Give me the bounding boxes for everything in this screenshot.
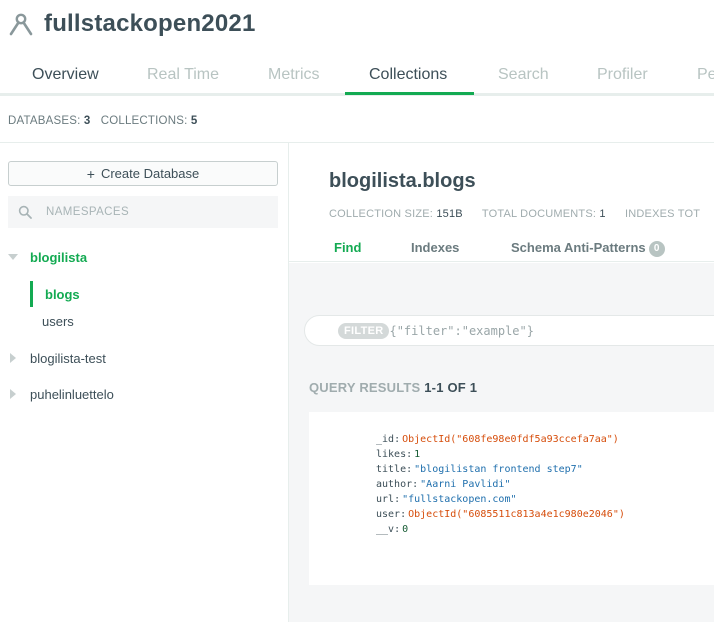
namespace-search xyxy=(8,196,278,228)
query-results-title: QUERY RESULTS xyxy=(309,380,421,395)
field-value: ObjectId("608fe98e0fdf5a93ccefa7aa") xyxy=(402,434,619,445)
document-field-user: user: ObjectId("6085511c813a4e1c980e2046"… xyxy=(376,509,625,520)
sidebar-db-blogilista[interactable]: blogilista xyxy=(8,247,87,267)
db-name: blogilista-test xyxy=(30,350,106,366)
cluster-icon xyxy=(9,13,33,36)
header-divider xyxy=(0,142,714,143)
active-tab-indicator xyxy=(345,92,474,95)
filter-label: FILTER xyxy=(338,322,390,339)
tab-real-time[interactable]: Real Time xyxy=(147,66,219,84)
sidebar-collection-blogs[interactable]: blogs xyxy=(30,281,80,307)
collection-stats: COLLECTION SIZE: 151B TOTAL DOCUMENTS: 1… xyxy=(329,208,700,220)
document-card[interactable]: _id: ObjectId("608fe98e0fdf5a93ccefa7aa")… xyxy=(309,412,714,585)
field-value: ObjectId("6085511c813a4e1c980e2046") xyxy=(408,509,625,520)
collection-subtabs: Find Indexes Schema Anti-Patterns 0 xyxy=(289,232,714,262)
tab-metrics[interactable]: Metrics xyxy=(268,66,320,84)
cluster-header: fullstackopen2021 xyxy=(8,8,256,40)
document-field-author: author: "Aarni Pavlidi" xyxy=(376,479,511,490)
collections-count: 5 xyxy=(190,115,198,127)
field-value: "Aarni Pavlidi" xyxy=(420,479,511,490)
subtab-schema-label: Schema Anti-Patterns xyxy=(511,240,646,255)
subtab-indexes[interactable]: Indexes xyxy=(411,240,459,255)
field-value: 0 xyxy=(402,524,409,535)
indexes-total-label: INDEXES TOT xyxy=(624,208,701,220)
tab-overview[interactable]: Overview xyxy=(32,66,99,84)
field-key: author xyxy=(376,479,413,490)
field-key: url xyxy=(376,494,395,505)
cluster-title: fullstackopen2021 xyxy=(44,10,256,37)
namespace-title: blogilista.blogs xyxy=(329,170,476,192)
query-results-range: 1-1 OF 1 xyxy=(424,380,478,395)
subtab-find[interactable]: Find xyxy=(334,240,361,255)
field-key: _id xyxy=(376,434,395,445)
collection-size-label: COLLECTION SIZE: xyxy=(329,208,434,220)
subtab-schema-anti-patterns[interactable]: Schema Anti-Patterns 0 xyxy=(511,240,665,257)
db-name: blogilista xyxy=(30,249,88,265)
document-field-title: title: "blogilistan frontend step7" xyxy=(376,464,583,475)
databases-label: DATABASES: xyxy=(8,115,81,127)
sidebar-db-puhelinluettelo[interactable]: puhelinluettelo xyxy=(8,384,114,404)
create-database-label: Create Database xyxy=(100,166,200,181)
db-name: puhelinluettelo xyxy=(30,386,114,402)
database-counts: DATABASES: 3 COLLECTIONS: 5 xyxy=(8,115,198,127)
create-database-button[interactable]: + Create Database xyxy=(8,161,278,186)
document-field-url: url: "fullstackopen.com" xyxy=(376,494,517,505)
sidebar-collection-users[interactable]: users xyxy=(30,308,74,334)
collection-size-value: 151B xyxy=(436,208,463,220)
total-documents-label: TOTAL DOCUMENTS: xyxy=(481,208,597,220)
sidebar-db-blogilista-test[interactable]: blogilista-test xyxy=(8,348,106,368)
tab-collections[interactable]: Collections xyxy=(369,66,447,84)
filter-bar: FILTER xyxy=(304,315,714,346)
collection-name: users xyxy=(42,313,74,329)
field-value: "fullstackopen.com" xyxy=(402,494,517,505)
namespace-search-input[interactable] xyxy=(46,206,246,218)
databases-count: 3 xyxy=(83,115,91,127)
field-value: "blogilistan frontend step7" xyxy=(414,464,583,475)
document-field-id: _id: ObjectId("608fe98e0fdf5a93ccefa7aa") xyxy=(376,434,619,445)
tab-profiler[interactable]: Profiler xyxy=(597,66,648,84)
caret-down-icon xyxy=(8,254,18,260)
query-results-label: QUERY RESULTS 1-1 OF 1 xyxy=(309,380,477,395)
plus-icon: + xyxy=(86,165,95,182)
field-key: user xyxy=(376,509,401,520)
document-field-version: __v: 0 xyxy=(376,524,409,535)
filter-input[interactable] xyxy=(389,323,690,338)
collection-name: blogs xyxy=(45,286,80,302)
collections-label: COLLECTIONS: xyxy=(100,115,188,127)
schema-count-badge: 0 xyxy=(648,241,665,257)
document-field-likes: likes: 1 xyxy=(376,449,421,460)
tab-search[interactable]: Search xyxy=(498,66,549,84)
field-key: title xyxy=(376,464,407,475)
search-icon xyxy=(18,205,32,219)
field-key: likes xyxy=(376,449,407,460)
field-key: __v xyxy=(376,524,395,535)
field-value: 1 xyxy=(414,449,421,460)
total-documents-value: 1 xyxy=(599,208,606,220)
caret-right-icon xyxy=(10,389,16,399)
tab-performance-advisor[interactable]: Pe xyxy=(697,66,714,84)
caret-right-icon xyxy=(10,353,16,363)
top-tabs: Overview Real Time Metrics Collections S… xyxy=(0,58,714,96)
